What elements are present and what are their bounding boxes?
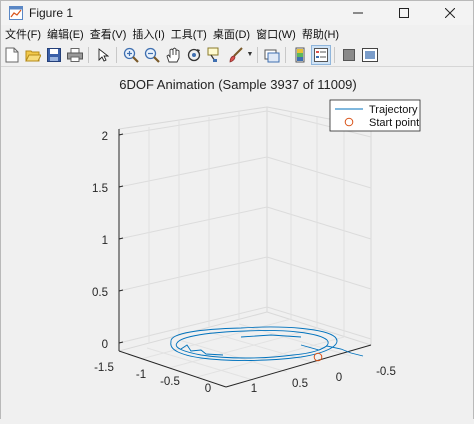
menu-desktop[interactable]: 桌面(D) <box>210 26 253 42</box>
link-plot-button[interactable] <box>262 45 282 65</box>
colorbar-button[interactable] <box>290 45 310 65</box>
edit-plot-button[interactable] <box>93 45 113 65</box>
z-grid-lines <box>118 110 372 344</box>
menu-bar: 文件(F) 编辑(E) 查看(V) 插入(I) 工具(T) 桌面(D) 窗口(W… <box>1 25 473 43</box>
pan-hand-icon <box>166 46 180 62</box>
plot-title: 6DOF Animation (Sample 3937 of 11009) <box>119 77 357 92</box>
toolbar-separator <box>116 46 117 63</box>
figure-canvas[interactable]: 6DOF Animation (Sample 3937 of 11009) 0 … <box>1 67 473 419</box>
brush-button[interactable] <box>226 45 246 65</box>
x-tick-label: -1 <box>136 369 146 381</box>
x-tick-label: 1 <box>251 383 257 395</box>
menu-file[interactable]: 文件(F) <box>1 26 44 42</box>
edit-plot-arrow-icon <box>98 47 109 62</box>
z-tick-label: 1 <box>102 235 108 247</box>
close-icon <box>445 8 455 18</box>
hide-plot-tools-icon <box>343 48 355 61</box>
menu-view[interactable]: 查看(V) <box>87 26 130 42</box>
z-tick-label: 0.5 <box>92 287 108 299</box>
print-icon <box>67 47 83 62</box>
open-file-icon <box>25 50 41 61</box>
menu-insert[interactable]: 插入(I) <box>129 26 167 42</box>
maximize-button[interactable] <box>381 1 427 25</box>
window-title: Figure 1 <box>29 6 74 20</box>
z-tick-label: 2 <box>102 131 108 143</box>
minimize-icon <box>353 12 363 14</box>
brush-dropdown-caret-icon[interactable]: ▼ <box>246 51 254 58</box>
legend-start-label: Start point <box>369 117 419 129</box>
colorbar-icon <box>295 47 305 62</box>
rotate-3d-button[interactable] <box>184 45 204 65</box>
zoom-in-icon <box>123 47 139 63</box>
zoom-in-button[interactable] <box>121 45 141 65</box>
data-cursor-icon <box>207 47 219 62</box>
toolbar-separator <box>88 46 89 63</box>
x-tick-label: 0 <box>205 383 211 395</box>
z-axis-tick-labels: 0 0.5 1 1.5 2 <box>92 131 108 351</box>
maximize-icon <box>399 8 409 18</box>
menu-tools[interactable]: 工具(T) <box>168 26 210 42</box>
pan-button[interactable] <box>163 45 183 65</box>
hide-plot-tools-button[interactable] <box>339 45 359 65</box>
y-tick-label: 0.5 <box>292 378 308 390</box>
x-tick-label: -0.5 <box>160 376 180 388</box>
show-plot-tools-button[interactable] <box>360 45 380 65</box>
new-figure-button[interactable] <box>2 45 22 65</box>
z-tick-marks <box>118 133 124 344</box>
x-tick-label: -1.5 <box>94 362 114 374</box>
axes-box <box>118 106 372 352</box>
vertical-grid-lines <box>148 111 345 343</box>
title-bar[interactable]: Figure 1 <box>1 1 473 25</box>
start-point-marker <box>313 352 323 362</box>
z-tick-label: 1.5 <box>92 183 108 195</box>
y-tick-label: 0 <box>336 372 342 384</box>
menu-edit[interactable]: 编辑(E) <box>44 26 87 42</box>
brush-icon <box>229 46 243 62</box>
legend-button[interactable] <box>311 44 331 65</box>
zoom-out-icon <box>144 47 160 63</box>
z-tick-label: 0 <box>102 339 108 351</box>
legend-icon <box>314 47 328 62</box>
print-button[interactable] <box>65 45 85 65</box>
menu-help[interactable]: 帮助(H) <box>299 26 342 42</box>
rotate-3d-icon <box>187 48 201 61</box>
link-plot-icon <box>264 49 280 62</box>
open-file-button[interactable] <box>23 45 43 65</box>
toolbar-separator <box>257 46 258 63</box>
menu-window[interactable]: 窗口(W) <box>253 26 299 42</box>
y-tick-label: -0.5 <box>376 366 396 378</box>
toolbar-separator <box>334 46 335 63</box>
figure-window: Figure 1 文件(F) 编辑(E) 查看(V) 插入(I) 工具(T) 桌… <box>0 0 474 419</box>
close-button[interactable] <box>427 1 473 25</box>
toolbar-separator <box>285 46 286 63</box>
matlab-figure-icon <box>9 6 23 20</box>
data-cursor-button[interactable] <box>205 45 225 65</box>
y-axis-tick-labels: 0.5 0 -0.5 <box>292 366 396 390</box>
plot-3d-axes[interactable]: 6DOF Animation (Sample 3937 of 11009) 0 … <box>1 67 473 419</box>
new-figure-icon <box>5 47 19 62</box>
zoom-out-button[interactable] <box>142 45 162 65</box>
legend[interactable]: Trajectory Start point <box>329 99 421 132</box>
figure-toolbar: ▼ <box>1 43 473 67</box>
show-plot-tools-icon <box>362 47 378 62</box>
legend-trajectory-label: Trajectory <box>369 104 418 116</box>
save-button[interactable] <box>44 45 64 65</box>
save-icon <box>47 47 61 62</box>
axis-lines <box>118 129 372 388</box>
minimize-button[interactable] <box>335 1 381 25</box>
